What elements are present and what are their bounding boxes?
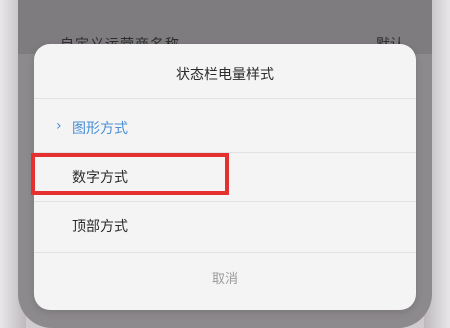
option-top[interactable]: 顶部方式 (34, 202, 416, 250)
selected-chevron-icon: › (56, 118, 62, 134)
option-graphic[interactable]: › 图形方式 (34, 104, 416, 152)
red-highlight-box (31, 153, 229, 195)
option-label: 图形方式 (72, 121, 128, 137)
divider (34, 98, 416, 99)
divider (34, 252, 416, 253)
option-label: 顶部方式 (72, 219, 128, 235)
cancel-button[interactable]: 取消 (34, 260, 416, 300)
dialog-title: 状态栏电量样式 (176, 67, 274, 83)
